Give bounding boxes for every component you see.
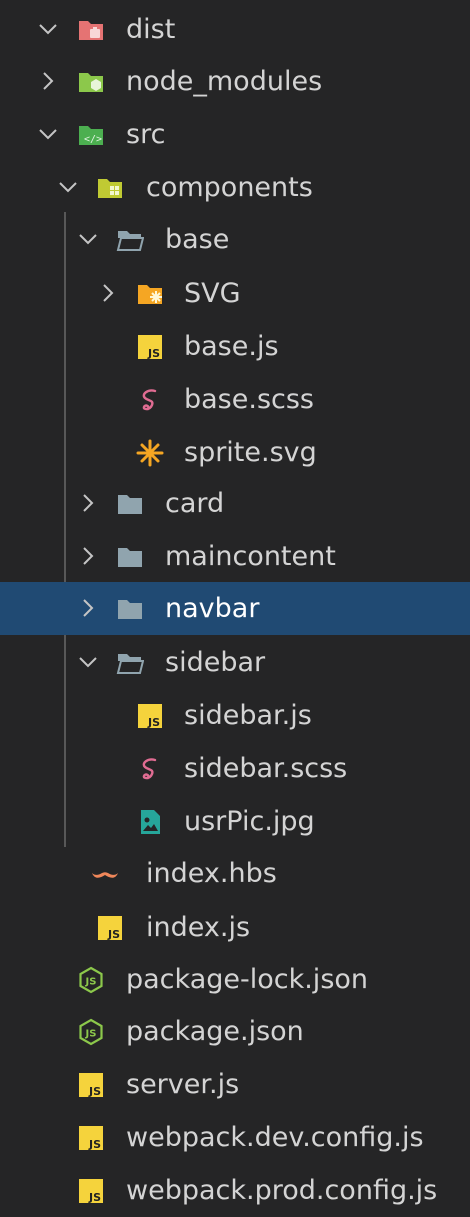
tree-item-file[interactable]: sprite.svg [0,426,470,479]
nodejs-file-icon: JS [77,966,105,994]
chevron-right-icon[interactable] [76,596,100,620]
chevron-right-icon[interactable] [36,69,60,93]
js-file-icon: JS [96,914,124,942]
chevron-down-icon[interactable] [36,122,60,146]
js-file-icon: JS [136,333,164,361]
tree-item-label: node_modules [126,66,323,97]
tree-item-label: package-lock.json [126,964,369,995]
tree-item-label: maincontent [165,541,336,572]
tree-item-folder[interactable]: maincontent [0,530,470,583]
sass-file-icon [136,386,164,414]
tree-item-label: components [146,172,313,203]
folder-open-icon [116,649,144,677]
folder-icon [116,490,144,518]
tree-item-label: base.js [184,331,279,362]
tree-item-folder[interactable]: sidebar [0,636,470,689]
tree-item-file[interactable]: index.hbs [0,847,470,900]
tree-item-label: base [165,224,230,255]
tree-item-label: webpack.dev.config.js [126,1122,424,1153]
tree-item-label: usrPic.jpg [184,806,315,837]
js-file-icon: JS [77,1071,105,1099]
file-explorer-tree: dist node_modules </> src components base SVG J… [0,0,470,1214]
chevron-down-icon[interactable] [56,175,80,199]
tree-item-file[interactable]: JS index.js [0,901,470,954]
tree-item-folder[interactable]: navbar [0,582,470,635]
folder-components-open-icon [96,174,124,202]
handlebars-file-icon [91,860,119,888]
svg-text:JS: JS [88,1085,101,1098]
svg-text:</>: </> [84,134,102,145]
tree-item-label: sidebar.scss [184,753,348,784]
folder-icon [116,595,144,623]
svg-text:JS: JS [88,1191,101,1204]
tree-item-label: package.json [126,1016,304,1047]
tree-item-folder[interactable]: base [0,213,470,266]
svg-text:JS: JS [147,347,160,360]
tree-item-label: base.scss [184,384,314,415]
svg-file-icon [136,439,164,467]
chevron-down-icon[interactable] [76,650,100,674]
tree-item-file[interactable]: sidebar.scss [0,742,470,795]
tree-item-label: sidebar [165,647,266,678]
chevron-down-icon[interactable] [36,17,60,41]
chevron-down-icon[interactable] [76,227,100,251]
tree-item-folder[interactable]: dist [0,3,470,56]
chevron-right-icon[interactable] [76,491,100,515]
tree-item-file[interactable]: JS webpack.dev.config.js [0,1111,470,1164]
tree-item-label: index.hbs [146,858,277,889]
tree-item-folder[interactable]: components [0,161,470,214]
folder-open-icon [116,226,144,254]
tree-item-label: sidebar.js [184,700,312,731]
tree-item-folder[interactable]: SVG [0,267,470,320]
tree-item-label: SVG [184,278,241,309]
folder-svg-icon [136,280,164,308]
tree-item-file[interactable]: JS server.js [0,1058,470,1111]
svg-text:JS: JS [107,928,120,941]
chevron-right-icon[interactable] [76,544,100,568]
svg-text:JS: JS [147,716,160,729]
tree-item-label: sprite.svg [184,437,317,468]
svg-text:JS: JS [88,1138,101,1151]
tree-item-file[interactable]: base.scss [0,373,470,426]
tree-item-file[interactable]: JS base.js [0,320,470,373]
svg-text:JS: JS [85,977,97,988]
tree-item-label: src [126,119,166,150]
tree-item-file[interactable]: JS package.json [0,1005,470,1058]
tree-item-file[interactable]: JS package-lock.json [0,953,470,1006]
tree-item-label: dist [126,14,176,45]
tree-item-label: server.js [126,1069,240,1100]
tree-item-file[interactable]: JS sidebar.js [0,689,470,742]
tree-item-folder[interactable]: </> src [0,108,470,161]
js-file-icon: JS [136,702,164,730]
image-file-icon [136,808,164,836]
js-file-icon: JS [77,1124,105,1152]
sass-file-icon [136,755,164,783]
tree-item-label: webpack.prod.config.js [126,1175,438,1206]
folder-icon [116,543,144,571]
tree-item-file[interactable]: JS webpack.prod.config.js [0,1164,470,1217]
folder-dist-open-icon [77,16,105,44]
js-file-icon: JS [77,1177,105,1205]
tree-item-file[interactable]: usrPic.jpg [0,795,470,848]
svg-text:JS: JS [85,1029,97,1040]
folder-src-open-icon: </> [77,121,105,149]
chevron-right-icon[interactable] [96,281,120,305]
tree-item-label: navbar [165,593,260,624]
tree-item-folder[interactable]: card [0,477,470,530]
tree-item-folder[interactable]: node_modules [0,55,470,108]
nodejs-file-icon: JS [77,1018,105,1046]
tree-item-label: index.js [146,912,251,943]
folder-node-icon [77,68,105,96]
tree-item-label: card [165,488,225,519]
